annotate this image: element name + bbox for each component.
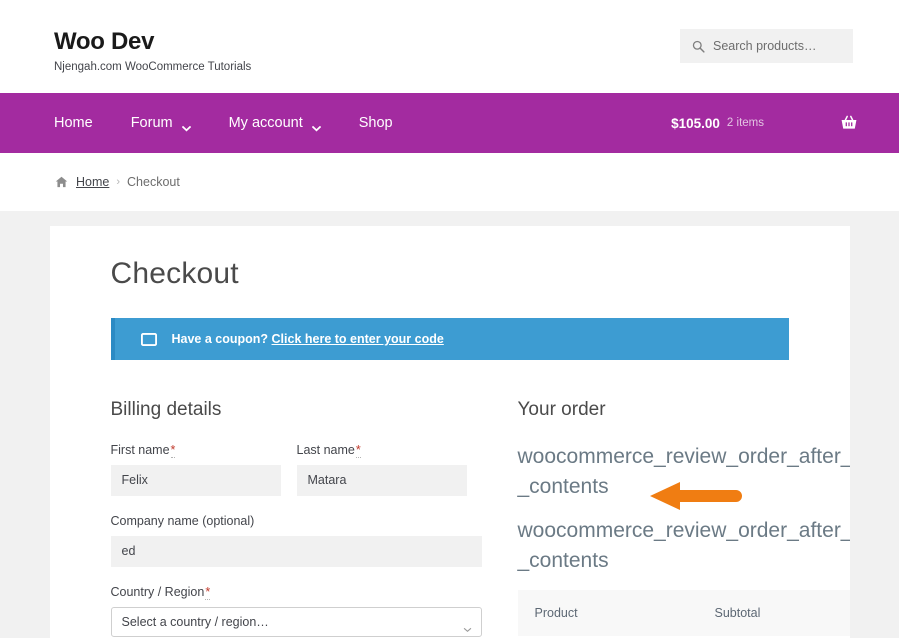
nav-item-label: My account xyxy=(228,115,303,131)
search-icon xyxy=(692,40,705,53)
chevron-down-icon xyxy=(181,120,191,132)
home-icon[interactable] xyxy=(55,176,68,188)
page-title: Checkout xyxy=(110,257,239,290)
country-region-label-text: Country / Region xyxy=(110,585,205,599)
required-marker: * xyxy=(170,443,176,458)
product-search-box[interactable]: Search products… xyxy=(680,29,853,63)
last-name-label: Last name* xyxy=(297,442,467,458)
nav-item-shop[interactable]: Shop xyxy=(359,115,393,131)
billing-details-column: Billing details First name* Last name* xyxy=(110,398,482,638)
coupon-notice-text: Have a coupon? Click here to enter your … xyxy=(172,332,444,346)
coupon-card-icon xyxy=(140,332,157,346)
nav-item-label: Forum xyxy=(130,115,173,131)
nav-item-label: Home xyxy=(54,115,93,131)
country-region-label: Country / Region* xyxy=(111,584,482,600)
country-region-selected-value: Select a country / region… xyxy=(121,615,269,629)
cart-summary[interactable]: $105.00 2 items xyxy=(671,93,859,153)
nav-item-label: Shop xyxy=(358,115,393,131)
hook-label-secondary: woocommerce_review_order_after_cart_cont… xyxy=(517,519,850,572)
breadcrumb-bar: Home › Checkout xyxy=(0,153,899,211)
field-last-name: Last name* xyxy=(296,442,467,496)
primary-navigation: Home Forum My account Shop $105.00 2 ite… xyxy=(0,93,899,153)
first-name-label: First name* xyxy=(111,442,281,458)
billing-details-heading: Billing details xyxy=(110,399,222,420)
breadcrumb-current-page: Checkout xyxy=(127,175,180,189)
company-name-input[interactable] xyxy=(110,536,482,567)
column-header-product: Product xyxy=(517,590,698,636)
company-name-label: Company name (optional) xyxy=(110,514,255,528)
first-name-label-text: First name xyxy=(110,443,170,457)
table-header-row: Product Subtotal xyxy=(517,590,850,636)
breadcrumb: Home › Checkout xyxy=(55,175,180,189)
field-country-region: Country / Region* Select a country / reg… xyxy=(110,584,482,637)
country-region-select[interactable]: Select a country / region… xyxy=(110,607,482,637)
site-header: Woo Dev Njengah.com WooCommerce Tutorial… xyxy=(0,0,899,93)
your-order-heading: Your order xyxy=(517,399,606,420)
order-review-table: Product Subtotal Tail Lights × 1 $60.00 xyxy=(517,590,850,638)
chevron-down-icon xyxy=(311,120,321,132)
last-name-label-text: Last name xyxy=(296,443,355,457)
coupon-notice[interactable]: Have a coupon? Click here to enter your … xyxy=(110,318,789,360)
breadcrumb-link-home[interactable]: Home xyxy=(76,175,109,189)
last-name-input[interactable] xyxy=(296,465,467,496)
chevron-down-icon xyxy=(463,620,472,633)
nav-item-home[interactable]: Home xyxy=(54,115,93,131)
cart-item-count: 2 items xyxy=(726,117,764,129)
order-table-head: Product Subtotal xyxy=(517,590,850,636)
order-review-column: Your order woocommerce_review_order_afte… xyxy=(517,398,850,638)
nav-item-forum[interactable]: Forum xyxy=(130,115,191,132)
site-branding[interactable]: Woo Dev Njengah.com WooCommerce Tutorial… xyxy=(54,28,251,75)
nav-item-my-account[interactable]: My account xyxy=(228,115,321,132)
checkout-content-card: Checkout Have a coupon? Click here to en… xyxy=(49,226,850,638)
required-marker: * xyxy=(355,443,361,458)
field-first-name: First name* xyxy=(110,442,281,496)
nav-item-list: Home Forum My account Shop xyxy=(54,115,431,132)
coupon-prompt: Have a coupon? xyxy=(171,332,269,346)
coupon-enter-code-link[interactable]: Click here to enter your code xyxy=(272,332,444,346)
shopping-basket-icon[interactable] xyxy=(839,113,859,133)
column-header-subtotal: Subtotal xyxy=(697,590,850,636)
name-field-row: First name* Last name* xyxy=(110,442,482,513)
site-title: Woo Dev xyxy=(54,28,155,55)
hook-label-primary: woocommerce_review_order_after_cart_cont… xyxy=(517,445,850,498)
breadcrumb-separator: › xyxy=(116,176,121,188)
page-background: Checkout Have a coupon? Click here to en… xyxy=(0,211,899,638)
search-input[interactable]: Search products… xyxy=(713,39,817,53)
required-marker: * xyxy=(205,585,211,600)
site-tagline: Njengah.com WooCommerce Tutorials xyxy=(54,61,252,73)
cart-total-amount: $105.00 xyxy=(671,115,720,131)
first-name-input[interactable] xyxy=(110,465,281,496)
checkout-columns: Billing details First name* Last name* xyxy=(94,398,850,638)
field-company-name: Company name (optional) xyxy=(110,513,482,567)
